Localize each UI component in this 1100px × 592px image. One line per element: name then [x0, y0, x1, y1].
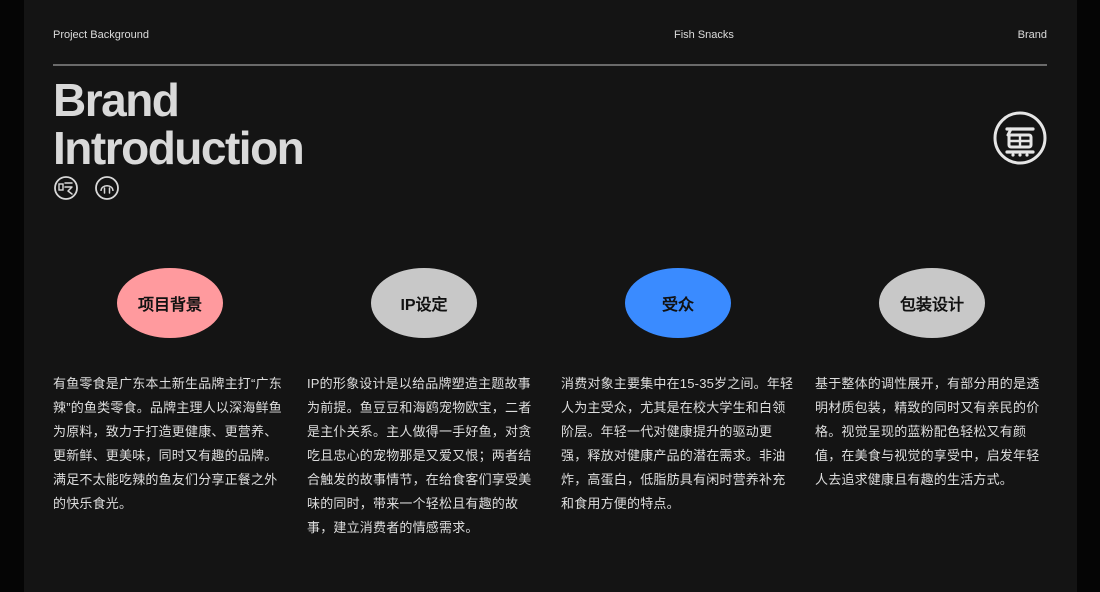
- section-badge: IP设定: [371, 268, 477, 338]
- header-center-label: Fish Snacks: [674, 29, 734, 41]
- section-badge: 包装设计: [879, 268, 985, 338]
- chi-eat-badge-icon: [54, 176, 78, 200]
- header-right-label: Brand: [1017, 29, 1047, 41]
- section-label: 项目背景: [137, 297, 202, 314]
- section-label: IP设定: [400, 297, 448, 314]
- header-left-label: Project Background: [53, 29, 149, 41]
- section-description: IP的形象设计是以给品牌塑造主题故事为前提。鱼豆豆和海鸥宠物欧宝，二者是主仆关系…: [307, 376, 532, 535]
- header-divider: [53, 64, 1047, 66]
- title-line-2: Introduction: [53, 122, 305, 174]
- title-line-1: Brand: [53, 74, 180, 126]
- fish-character-logo-icon: [993, 111, 1047, 165]
- page-title: Brand Introduction: [53, 74, 305, 174]
- section-label: 包装设计: [899, 297, 964, 314]
- slide-frame: Project Background Fish Snacks Brand Bra…: [24, 0, 1077, 592]
- section-badge: 受众: [625, 268, 731, 338]
- top-bar: Project Background Fish Snacks Brand: [53, 29, 1047, 45]
- section-description: 基于整体的调性展开，有部分用的是透明材质包装，精致的同时又有亲民的价格。视觉呈现…: [815, 376, 1040, 487]
- section-description: 消费对象主要集中在15-35岁之间。年轻人为主受众，尤其是在校大学生和白领阶层。…: [561, 376, 794, 511]
- fish-face-badge-icon: [95, 176, 119, 200]
- section-badge: 项目背景: [117, 268, 223, 338]
- section-label: 受众: [661, 297, 694, 314]
- section-description: 有鱼零食是广东本土新生品牌主打“广东辣”的鱼类零食。品牌主理人以深海鲜鱼为原料，…: [53, 376, 282, 511]
